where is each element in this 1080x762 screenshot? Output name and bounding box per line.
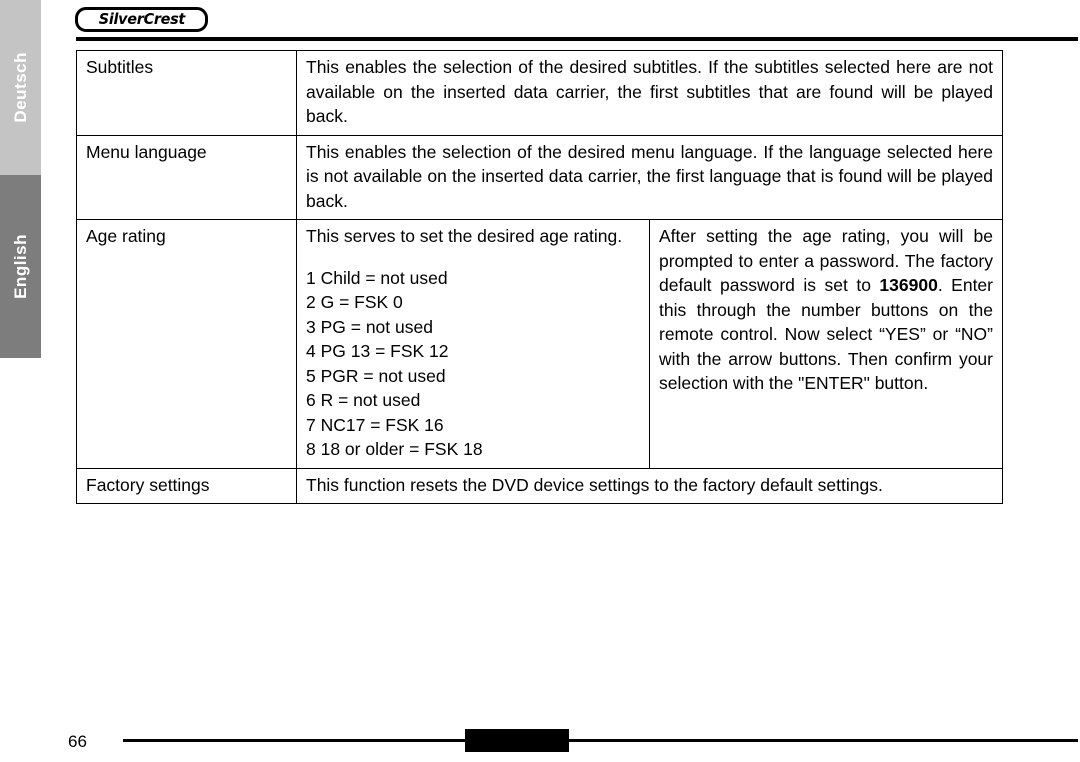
header-divider-rule <box>76 37 1078 41</box>
list-item: 7 NC17 = FSK 16 <box>306 414 444 435</box>
page-number: 66 <box>68 732 87 751</box>
row-middle-age-rating: This serves to set the desired age ratin… <box>296 219 650 469</box>
list-item: 6 R = not used <box>306 390 421 410</box>
table-row: Age rating This serves to set the desire… <box>76 219 1003 469</box>
settings-description-table: Subtitles This enables the selection of … <box>76 50 1003 504</box>
footer-divider-rule <box>123 739 1078 742</box>
row-description-menu-language: This enables the selection of the desire… <box>296 134 1003 220</box>
row-description-factory-settings: This function resets the DVD device sett… <box>296 467 1003 504</box>
age-rating-list: 1 Child = not used 2 G = FSK 0 3 PG = no… <box>306 266 640 462</box>
age-rating-intro-text: This serves to set the desired age ratin… <box>306 226 623 246</box>
row-label-subtitles: Subtitles <box>76 50 297 136</box>
footer-black-block <box>465 729 569 752</box>
list-item: 8 18 or older = FSK 18 <box>306 439 483 459</box>
language-tab-strip: Deutsch English <box>0 0 41 358</box>
page-footer: 66 <box>0 715 1080 762</box>
silvercrest-logo: SilverCrest <box>75 7 208 32</box>
table-row: Subtitles This enables the selection of … <box>76 50 1003 136</box>
default-password-value: 136900 <box>879 275 938 295</box>
language-tab-english[interactable]: English <box>0 175 41 358</box>
list-item: 4 PG 13 = FSK 12 <box>306 341 449 361</box>
table-row: Factory settings This function resets th… <box>76 467 1003 504</box>
brand-logo-text: SilverCrest <box>98 10 185 28</box>
table-row: Menu language This enables the selection… <box>76 134 1003 220</box>
list-item: 3 PG = not used <box>306 316 433 337</box>
language-tab-english-label: English <box>10 234 30 299</box>
row-description-subtitles: This enables the selection of the desire… <box>296 50 1003 136</box>
list-item: 5 PGR = not used <box>306 365 446 386</box>
language-tab-deutsch[interactable]: Deutsch <box>0 0 41 175</box>
age-rating-list-spacer <box>306 249 640 266</box>
language-tab-deutsch-label: Deutsch <box>10 52 30 123</box>
row-label-age-rating: Age rating <box>76 219 297 469</box>
list-item: 1 Child = not used <box>306 267 448 288</box>
row-label-menu-language: Menu language <box>76 134 297 220</box>
list-item: 2 G = FSK 0 <box>306 292 403 312</box>
row-description-age-rating: After setting the age rating, you will b… <box>649 219 1003 469</box>
row-label-factory-settings: Factory settings <box>76 467 297 504</box>
page-header: SilverCrest <box>0 0 1080 46</box>
